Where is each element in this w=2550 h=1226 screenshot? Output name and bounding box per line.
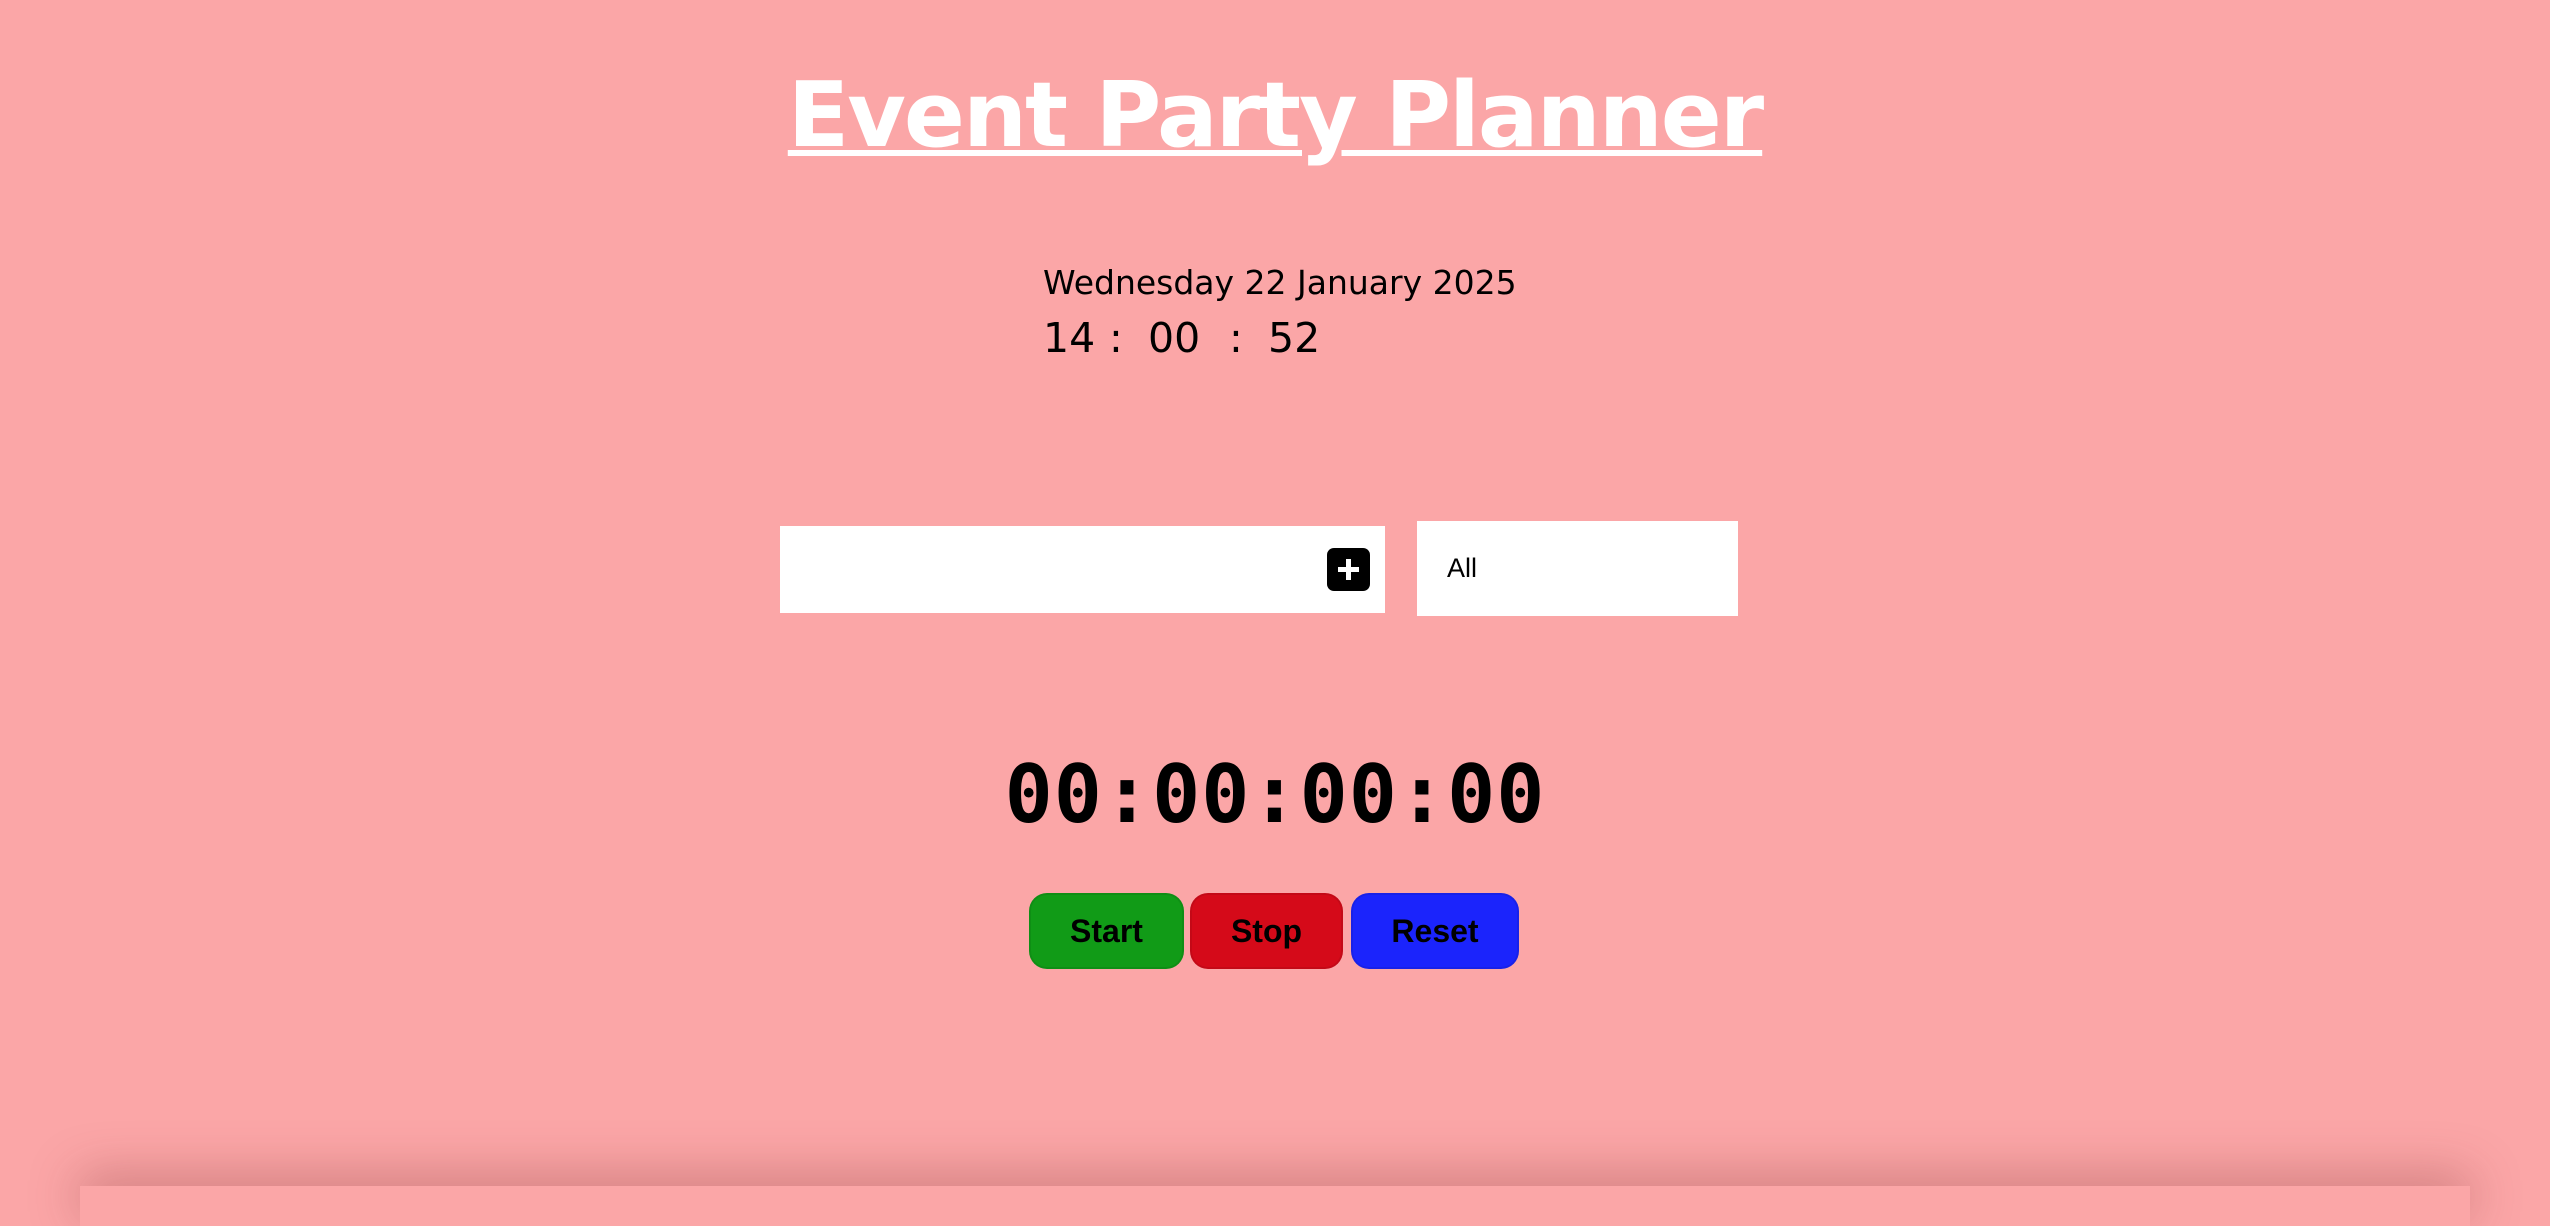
- clock-hours: 14: [1043, 314, 1096, 362]
- filter-select[interactable]: All: [1417, 521, 1738, 616]
- page-bottom-shadow: [80, 1186, 2470, 1226]
- stop-button[interactable]: Stop: [1190, 893, 1343, 969]
- page-title: Event Party Planner: [787, 63, 1764, 168]
- start-button[interactable]: Start: [1029, 893, 1184, 969]
- add-todo-button[interactable]: [1327, 548, 1370, 591]
- todo-input-container: [780, 526, 1385, 613]
- current-time: 14 : 00 : 52: [1043, 308, 1517, 368]
- clock-separator: :: [1109, 314, 1123, 362]
- clock-seconds: 52: [1268, 314, 1321, 362]
- clock-minutes: 00: [1148, 314, 1201, 362]
- clock-separator: :: [1229, 314, 1243, 362]
- todo-input[interactable]: [780, 526, 1300, 613]
- current-date: Wednesday 22 January 2025: [1043, 263, 1517, 302]
- stopwatch-display: 00:00:00:00: [1004, 748, 1546, 841]
- current-clock: Wednesday 22 January 2025 14 : 00 : 52: [1043, 258, 1517, 368]
- reset-button[interactable]: Reset: [1351, 893, 1519, 969]
- plus-icon: [1338, 559, 1359, 580]
- filter-selected-value: All: [1447, 553, 1478, 583]
